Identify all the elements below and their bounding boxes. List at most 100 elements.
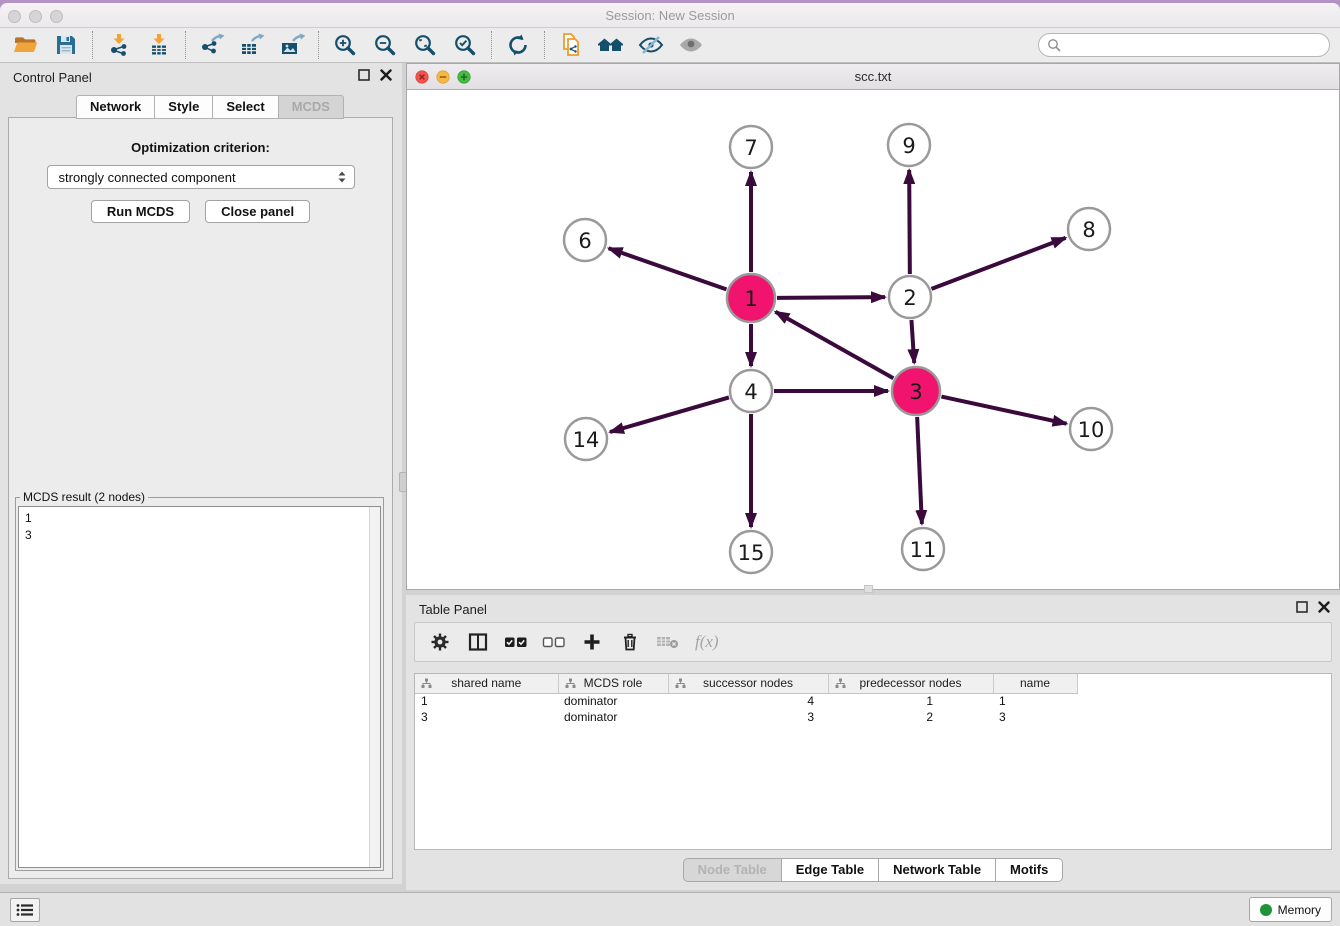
column-header-predecessor-nodes[interactable]: predecessor nodes [828, 674, 993, 693]
network-title: scc.txt [407, 69, 1339, 84]
cell-name[interactable]: 1 [993, 693, 1077, 709]
table-header-row[interactable]: shared nameMCDS rolesuccessor nodesprede… [415, 674, 1077, 693]
node-table[interactable]: shared nameMCDS rolesuccessor nodesprede… [414, 673, 1332, 850]
graph-node-6[interactable]: 6 [564, 219, 606, 261]
run-mcds-button[interactable]: Run MCDS [91, 200, 190, 223]
cell-shared-name[interactable]: 3 [415, 709, 558, 725]
graph-node-2[interactable]: 2 [889, 276, 931, 318]
column-header-shared-name[interactable]: shared name [415, 674, 558, 693]
horizontal-divider-grip[interactable] [864, 585, 873, 593]
home-layout-icon [597, 34, 625, 56]
graph-node-11[interactable]: 11 [902, 528, 944, 570]
criterion-select[interactable]: strongly connected component [47, 165, 355, 189]
delete-table-button[interactable] [655, 629, 681, 655]
copy-document-icon [559, 32, 583, 58]
cell-MCDS-role[interactable]: dominator [558, 709, 668, 725]
hide-selected-button[interactable] [631, 30, 671, 60]
graph-node-9[interactable]: 9 [888, 124, 930, 166]
column-header-MCDS-role[interactable]: MCDS role [558, 674, 668, 693]
graph-node-14[interactable]: 14 [565, 418, 607, 460]
close-panel-button[interactable]: Close panel [205, 200, 310, 223]
network-window-titlebar[interactable]: scc.txt [407, 64, 1339, 90]
copy-document-button[interactable] [551, 30, 591, 60]
node-label: 15 [738, 541, 765, 565]
tab-motifs[interactable]: Motifs [996, 858, 1063, 882]
graph-node-7[interactable]: 7 [730, 126, 772, 168]
show-column-button[interactable] [465, 629, 491, 655]
table-row[interactable]: 1dominator411 [415, 693, 1077, 709]
result-scrollbar[interactable] [369, 507, 380, 867]
tab-network[interactable]: Network [76, 95, 155, 119]
table-options-button[interactable] [427, 629, 453, 655]
graph-node-3[interactable]: 3 [892, 367, 940, 415]
cell-successor-nodes[interactable]: 3 [668, 709, 828, 725]
node-label: 14 [573, 428, 600, 452]
graph-node-10[interactable]: 10 [1070, 408, 1112, 450]
function-builder-button[interactable]: f(x) [695, 632, 719, 652]
graph-node-8[interactable]: 8 [1068, 208, 1110, 250]
close-panel-icon[interactable] [380, 69, 392, 81]
refresh-view-button[interactable] [498, 30, 538, 60]
float-panel-icon[interactable] [358, 69, 370, 81]
table-row[interactable]: 3dominator323 [415, 709, 1077, 725]
edge-2-3[interactable] [911, 320, 914, 363]
optimization-criterion-label: Optimization criterion: [9, 140, 392, 155]
delete-column-button[interactable] [617, 629, 643, 655]
edge-1-6[interactable] [609, 248, 727, 289]
cell-name[interactable]: 3 [993, 709, 1077, 725]
edge-4-14[interactable] [610, 397, 729, 432]
zoom-fit-button[interactable] [405, 30, 445, 60]
deselect-all-button[interactable] [541, 629, 567, 655]
graph-node-4[interactable]: 4 [730, 370, 772, 412]
network-graph[interactable]: 7 9 6 8 1 2 4 3 14 10 15 11 [407, 90, 1339, 590]
memory-button[interactable]: Memory [1249, 897, 1332, 922]
tab-style[interactable]: Style [155, 95, 213, 119]
cell-MCDS-role[interactable]: dominator [558, 693, 668, 709]
select-all-button[interactable] [503, 629, 529, 655]
cell-successor-nodes[interactable]: 4 [668, 693, 828, 709]
tab-network-table[interactable]: Network Table [879, 858, 996, 882]
cell-predecessor-nodes[interactable]: 2 [828, 709, 993, 725]
cell-shared-name[interactable]: 1 [415, 693, 558, 709]
tab-edge-table[interactable]: Edge Table [782, 858, 879, 882]
zoom-in-button[interactable] [325, 30, 365, 60]
select-all-icon [504, 635, 528, 649]
edge-3-10[interactable] [941, 397, 1066, 424]
hide-selected-icon [638, 34, 664, 56]
export-network-button[interactable] [192, 30, 232, 60]
add-column-button[interactable] [579, 629, 605, 655]
edge-2-9[interactable] [909, 170, 910, 274]
float-table-panel-icon[interactable] [1296, 601, 1308, 613]
search-box[interactable] [1038, 33, 1330, 57]
zoom-out-button[interactable] [365, 30, 405, 60]
open-session-button[interactable] [6, 30, 46, 60]
tab-node-table[interactable]: Node Table [683, 858, 782, 882]
tab-mcds[interactable]: MCDS [279, 95, 344, 119]
tab-select[interactable]: Select [213, 95, 278, 119]
import-table-button[interactable] [139, 30, 179, 60]
graph-node-15[interactable]: 15 [730, 531, 772, 573]
save-session-button[interactable] [46, 30, 86, 60]
show-all-button[interactable] [671, 30, 711, 60]
zoom-selected-button[interactable] [445, 30, 485, 60]
import-network-button[interactable] [99, 30, 139, 60]
graph-node-1[interactable]: 1 [727, 274, 775, 322]
close-table-panel-icon[interactable] [1318, 601, 1330, 613]
zoom-out-icon [373, 33, 397, 57]
export-image-button[interactable] [272, 30, 312, 60]
edge-1-2[interactable] [777, 297, 885, 298]
delete-column-icon [620, 632, 640, 652]
column-header-successor-nodes[interactable]: successor nodes [668, 674, 828, 693]
edge-3-11[interactable] [917, 417, 922, 524]
export-table-button[interactable] [232, 30, 272, 60]
show-panels-button[interactable] [10, 898, 40, 922]
edge-2-8[interactable] [932, 238, 1066, 289]
cell-predecessor-nodes[interactable]: 1 [828, 693, 993, 709]
column-header-name[interactable]: name [993, 674, 1077, 693]
network-canvas[interactable]: 7 9 6 8 1 2 4 3 14 10 15 11 [407, 90, 1339, 589]
edge-3-1[interactable] [775, 312, 893, 378]
home-layout-button[interactable] [591, 30, 631, 60]
select-chevrons-icon [336, 169, 348, 185]
column-sort-icon [675, 678, 686, 689]
search-input[interactable] [1062, 35, 1329, 55]
